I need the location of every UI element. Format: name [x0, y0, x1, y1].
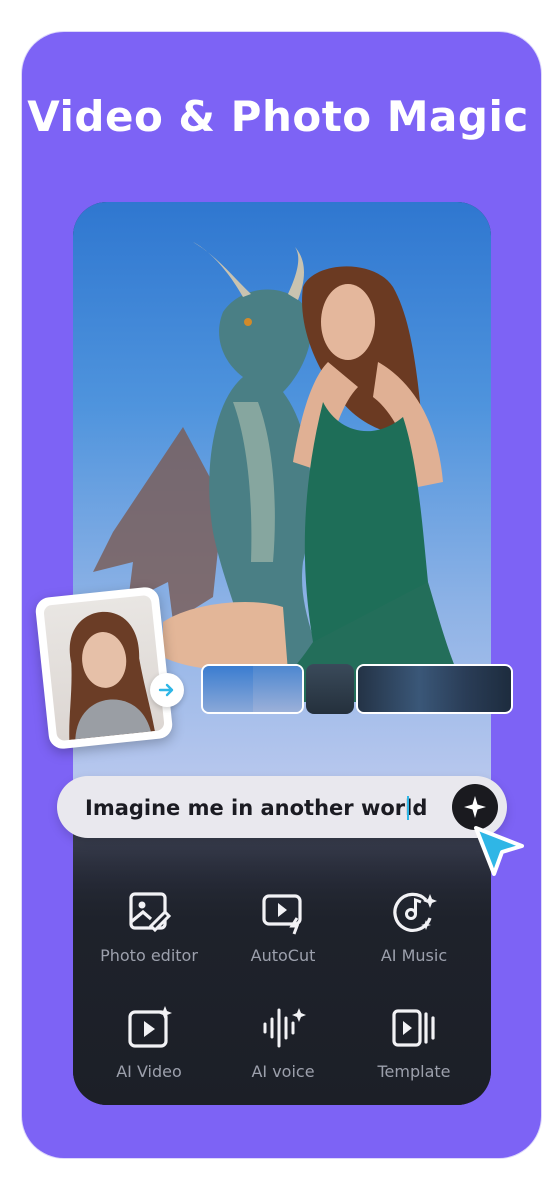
prompt-input[interactable]: Imagine me in another world [57, 776, 507, 838]
ai-video-icon [128, 1006, 172, 1048]
tool-ai-music[interactable]: AI Music [349, 888, 479, 965]
headline: Video & Photo Magic [27, 92, 529, 141]
tool-label: Template [377, 1062, 451, 1081]
portrait-illustration [69, 612, 155, 741]
tool-label: AI voice [251, 1062, 315, 1081]
ai-music-icon [393, 892, 437, 932]
tool-label: Photo editor [100, 946, 198, 965]
prompt-text: Imagine me in another world [85, 796, 428, 820]
tool-photo-editor[interactable]: Photo editor [84, 888, 214, 965]
pointer-cursor-icon [474, 826, 524, 876]
selfie-photo [43, 594, 165, 742]
ai-voice-icon [263, 1008, 306, 1048]
timeline-clip[interactable] [306, 664, 354, 714]
tool-label: AI Video [116, 1062, 182, 1081]
tool-autocut[interactable]: AutoCut [218, 888, 348, 965]
tool-label: AI Music [380, 946, 448, 965]
timeline-clip[interactable] [356, 664, 513, 714]
tool-ai-video[interactable]: AI Video [84, 1004, 214, 1081]
photo-edit-icon [129, 892, 172, 933]
timeline-clip[interactable] [201, 664, 304, 714]
tool-ai-voice[interactable]: AI voice [218, 1004, 348, 1081]
selfie-card [34, 585, 174, 751]
template-icon [392, 1009, 435, 1047]
sparkle-icon [464, 796, 486, 818]
tool-template[interactable]: Template [349, 1004, 479, 1081]
text-caret [407, 796, 409, 820]
arrow-right-icon [150, 673, 184, 707]
autocut-icon [262, 894, 302, 935]
tool-label: AutoCut [250, 946, 316, 965]
